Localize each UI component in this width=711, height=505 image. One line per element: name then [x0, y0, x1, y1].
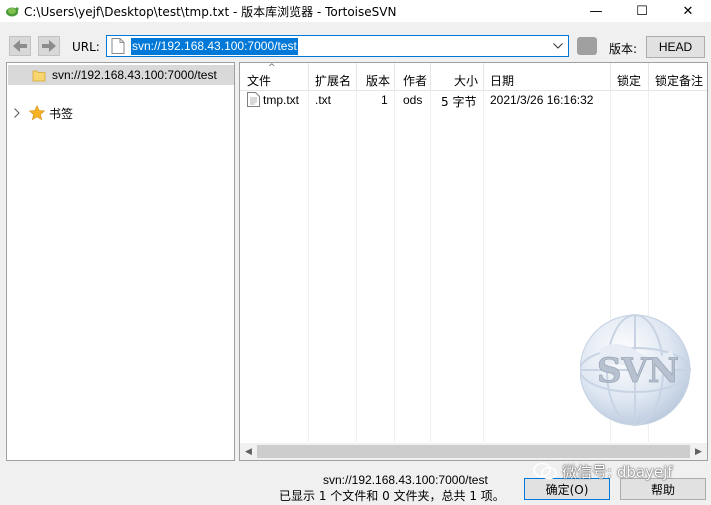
text-file-icon	[247, 92, 260, 107]
column-header-date[interactable]: 日期	[484, 63, 611, 91]
cell-extension: .txt	[315, 93, 332, 107]
head-revision-button[interactable]: HEAD	[646, 36, 705, 58]
forward-button[interactable]	[38, 36, 60, 56]
cell-revision: 1	[381, 93, 388, 107]
close-button[interactable]: ✕	[665, 0, 711, 22]
tree-item-root[interactable]: svn://192.168.43.100:7000/test	[8, 65, 234, 85]
toolbar: URL: svn://192.168.43.100:7000/test 版本: …	[0, 22, 711, 62]
status-url: svn://192.168.43.100:7000/test	[323, 473, 488, 487]
column-header-lock[interactable]: 锁定	[611, 63, 649, 91]
cell-author: ods	[403, 93, 423, 107]
chevron-down-icon[interactable]	[550, 38, 566, 54]
wechat-icon	[533, 462, 557, 480]
scroll-left-icon[interactable]: ◀	[240, 443, 257, 460]
tree-item-label: 书签	[49, 106, 74, 121]
svn-logo-watermark: SVN	[580, 314, 691, 426]
title-bar: C:\Users\yejf\Desktop\test\tmp.txt - 版本库…	[0, 0, 711, 22]
repository-tree[interactable]: svn://192.168.43.100:7000/test 书签	[6, 62, 235, 461]
back-arrow-icon	[13, 40, 27, 52]
horizontal-scrollbar[interactable]: ◀ ▶	[240, 443, 707, 460]
cell-date: 2021/3/26 16:16:32	[490, 93, 594, 107]
chevron-right-icon[interactable]	[11, 107, 23, 119]
cell-size: 5 字节	[441, 95, 477, 109]
column-header-revision[interactable]: 版本	[357, 63, 395, 91]
tortoise-app-icon	[4, 3, 20, 19]
column-header-author[interactable]: 作者	[395, 63, 431, 91]
file-icon	[111, 38, 125, 54]
url-label: URL:	[72, 40, 100, 54]
scroll-right-icon[interactable]: ▶	[690, 443, 707, 460]
status-count: 已显示 1 个文件和 0 文件夹，总共 1 项。	[279, 489, 505, 503]
maximize-button[interactable]: ☐	[619, 0, 665, 22]
back-button[interactable]	[9, 36, 31, 56]
column-header-lock-comment[interactable]: 锁定备注	[649, 63, 707, 91]
cell-file: tmp.txt	[263, 93, 300, 107]
wechat-watermark: 微信号: dbayejf	[532, 461, 673, 481]
forward-arrow-icon	[42, 40, 56, 52]
table-row[interactable]: tmp.txt .txt 1 ods 5 字节 2021/3/26 16:16:…	[240, 91, 707, 109]
minimize-button[interactable]: —	[573, 0, 619, 22]
svg-text:SVN: SVN	[597, 351, 679, 391]
file-list[interactable]: ^ 文件 扩展名 版本 作者 大小 日期 锁定 锁定备注 tmp.txt .tx…	[239, 62, 708, 461]
revision-label: 版本:	[609, 42, 638, 56]
list-header: ^ 文件 扩展名 版本 作者 大小 日期 锁定 锁定备注	[240, 63, 707, 91]
window-title: C:\Users\yejf\Desktop\test\tmp.txt - 版本库…	[24, 4, 397, 19]
star-icon	[29, 105, 45, 121]
folder-icon	[32, 70, 46, 82]
url-input[interactable]: svn://192.168.43.100:7000/test	[106, 35, 569, 57]
column-header-extension[interactable]: 扩展名	[309, 63, 357, 91]
tree-item-bookmarks[interactable]: 书签	[11, 103, 73, 123]
url-value: svn://192.168.43.100:7000/test	[131, 37, 298, 55]
column-header-size[interactable]: 大小	[431, 63, 484, 91]
sort-up-icon: ^	[268, 63, 276, 73]
column-header-file[interactable]: ^ 文件	[240, 63, 309, 91]
scrollbar-thumb[interactable]	[257, 445, 690, 458]
repository-action-button[interactable]	[577, 37, 597, 55]
tree-item-label: svn://192.168.43.100:7000/test	[52, 68, 217, 82]
